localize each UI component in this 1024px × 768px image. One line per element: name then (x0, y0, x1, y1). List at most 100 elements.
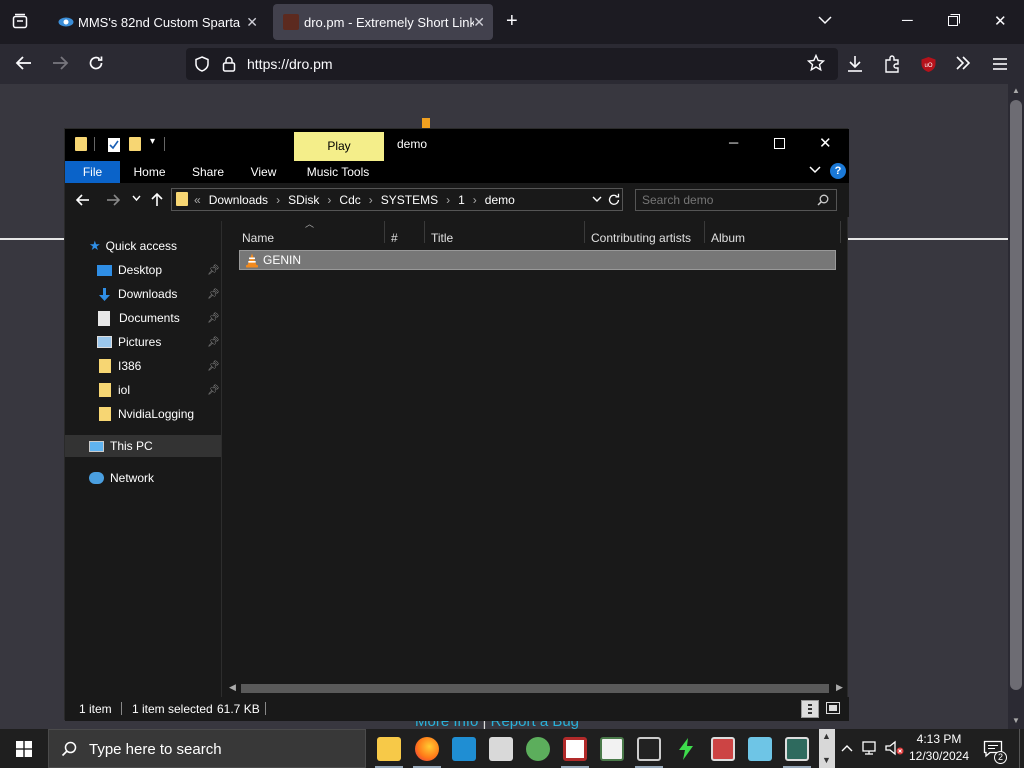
chevron-right-icon[interactable]: › (276, 193, 280, 207)
show-hidden-icons-icon[interactable] (841, 744, 853, 752)
breadcrumb-1[interactable]: 1 (458, 193, 465, 207)
scroll-right-icon[interactable]: ▶ (836, 682, 843, 693)
scroll-down-icon[interactable]: ▼ (1012, 716, 1020, 725)
nav-nvidialogging[interactable]: NvidiaLogging (99, 403, 194, 425)
search-icon[interactable] (817, 194, 829, 206)
column-separator[interactable] (424, 221, 425, 243)
ribbon-tab-view[interactable]: View (241, 161, 286, 183)
restore-window-icon[interactable] (948, 14, 960, 26)
lock-icon[interactable] (222, 56, 236, 72)
nav-this-pc[interactable]: This PC (89, 435, 153, 457)
column-header-number[interactable]: # (391, 231, 398, 245)
breadcrumb-demo[interactable]: demo (485, 193, 515, 207)
search-input[interactable] (642, 192, 812, 208)
browser-tab-sparta[interactable]: MMS's 82nd Custom Sparta So ✕ (48, 4, 266, 40)
column-separator[interactable] (384, 221, 385, 243)
downloads-icon[interactable] (847, 55, 863, 73)
breadcrumb-sdisk[interactable]: SDisk (288, 193, 319, 207)
windows-start-icon[interactable] (16, 741, 32, 757)
browser-tab-dropm[interactable]: dro.pm - Extremely Short Links ✕ (273, 4, 493, 40)
document-app-icon[interactable] (600, 737, 624, 761)
customize-quick-access-icon[interactable]: ▾ (150, 136, 155, 147)
refresh-icon[interactable] (608, 193, 620, 206)
chevron-right-icon[interactable]: › (369, 193, 373, 207)
pin-icon[interactable]: 📌︎ (207, 385, 220, 396)
column-separator[interactable] (704, 221, 705, 243)
notes-app-icon[interactable] (748, 737, 772, 761)
pin-icon[interactable]: 📌︎ (207, 289, 220, 300)
search-box[interactable] (635, 189, 837, 211)
ribbon-tab-share[interactable]: Share (183, 161, 233, 183)
up-arrow-icon[interactable] (150, 192, 164, 207)
nav-pictures[interactable]: Pictures (97, 331, 161, 353)
firefox-taskbar-icon[interactable] (415, 737, 439, 761)
details-view-icon[interactable] (801, 700, 819, 718)
column-separator[interactable] (840, 221, 841, 243)
file-row[interactable]: GENIN (239, 250, 836, 270)
volume-muted-icon[interactable] (885, 740, 905, 756)
close-tab-icon[interactable]: ✕ (473, 14, 485, 31)
bookmark-star-icon[interactable] (807, 54, 825, 72)
ublock-icon[interactable]: uO (920, 56, 937, 73)
minimize-icon[interactable]: ─ (729, 135, 738, 150)
pin-icon[interactable]: 📌︎ (207, 265, 220, 276)
close-icon[interactable]: ✕ (819, 134, 832, 152)
system-clock[interactable]: 4:13 PM 12/30/2024 (906, 731, 972, 765)
properties-icon[interactable] (107, 137, 121, 153)
close-window-icon[interactable]: ✕ (994, 12, 1007, 30)
new-tab-icon[interactable]: + (506, 10, 518, 33)
chevron-right-icon[interactable]: › (473, 193, 477, 207)
expand-ribbon-icon[interactable] (809, 165, 821, 175)
calendar-app-icon[interactable] (711, 737, 735, 761)
reload-icon[interactable] (88, 55, 104, 71)
maximize-icon[interactable] (774, 138, 785, 149)
breadcrumb-downloads[interactable]: Downloads (209, 193, 268, 207)
nav-documents[interactable]: Documents (97, 307, 180, 329)
forward-icon[interactable] (51, 55, 69, 71)
column-separator[interactable] (584, 221, 585, 243)
pin-icon[interactable]: 📌︎ (207, 361, 220, 372)
back-icon[interactable] (15, 55, 33, 71)
ribbon-tab-home[interactable]: Home (127, 161, 172, 183)
nav-i386[interactable]: I386 (99, 355, 141, 377)
pin-icon[interactable]: 📌︎ (207, 337, 220, 348)
breadcrumb-cdc[interactable]: Cdc (339, 193, 360, 207)
nav-quick-access[interactable]: ★ Quick access (89, 235, 177, 257)
ribbon-tab-play[interactable]: Play (294, 133, 384, 157)
recent-locations-icon[interactable] (132, 195, 141, 202)
close-tab-icon[interactable]: ✕ (246, 14, 258, 31)
scroll-left-icon[interactable]: ◀ (229, 682, 236, 693)
address-dropdown-icon[interactable] (592, 196, 602, 203)
chevron-down-icon[interactable]: ▼ (822, 755, 831, 765)
nav-pane-divider[interactable] (221, 221, 222, 697)
chevron-right-icon[interactable]: › (327, 193, 331, 207)
hamburger-menu-icon[interactable] (992, 57, 1008, 71)
ribbon-tab-music-tools[interactable]: Music Tools (299, 161, 377, 183)
lightning-app-icon[interactable] (674, 737, 698, 761)
list-all-tabs-icon[interactable] (818, 13, 832, 27)
page-scrollbar-thumb[interactable] (1010, 100, 1022, 690)
tab-overview-icon[interactable] (12, 13, 28, 29)
nav-network[interactable]: Network (89, 467, 154, 489)
chevron-right-icon[interactable]: › (446, 193, 450, 207)
column-header-album[interactable]: Album (711, 231, 745, 245)
keyboard-app-icon[interactable] (452, 737, 476, 761)
breadcrumb-systems[interactable]: SYSTEMS (381, 193, 438, 207)
nav-downloads[interactable]: Downloads (97, 283, 177, 305)
minimize-window-icon[interactable]: ─ (902, 12, 913, 29)
taskbar-search-box[interactable]: Type here to search (48, 729, 366, 768)
column-header-title[interactable]: Title (431, 231, 453, 245)
chevron-up-icon[interactable]: ▲ (822, 731, 831, 741)
url-text[interactable]: https://dro.pm (247, 56, 333, 72)
ribbon-tab-file[interactable]: File (65, 161, 120, 183)
nav-desktop[interactable]: Desktop (97, 259, 162, 281)
column-header-contributing-artists[interactable]: Contributing artists (591, 231, 691, 245)
forward-arrow-icon[interactable] (106, 193, 120, 207)
back-arrow-icon[interactable] (76, 193, 90, 207)
terminal-app-icon[interactable] (637, 737, 661, 761)
pin-icon[interactable]: 📌︎ (207, 313, 220, 324)
network-status-icon[interactable] (862, 740, 880, 756)
column-header-name[interactable]: Name (242, 231, 274, 245)
clock-app-icon[interactable] (563, 737, 587, 761)
network-app-icon[interactable] (526, 737, 550, 761)
